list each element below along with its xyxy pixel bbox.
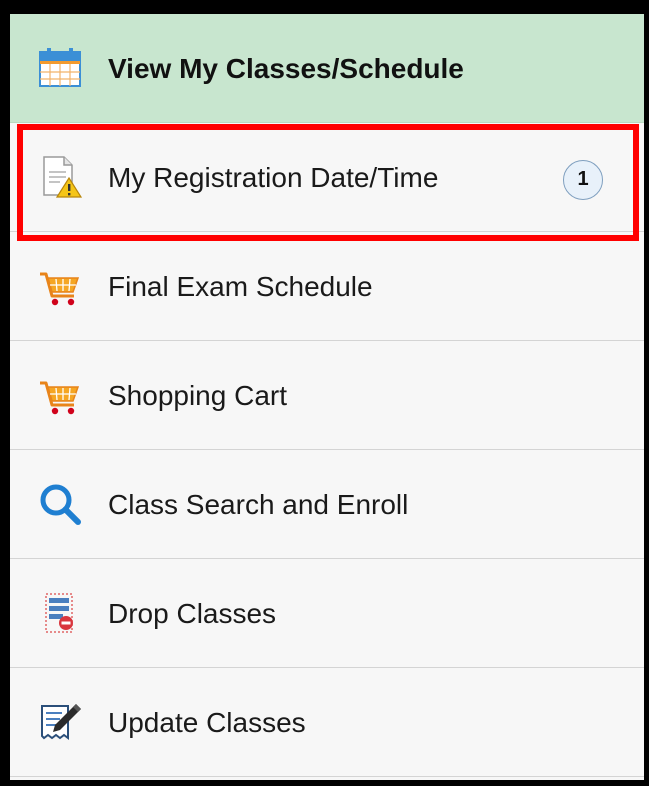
menu-item-label: Class Search and Enroll <box>108 489 409 520</box>
menu-item-label: Update Classes <box>108 707 306 738</box>
shopping-cart-icon <box>38 264 82 308</box>
menu-item-my-registration-date-time[interactable]: My Registration Date/Time 1 <box>10 123 644 232</box>
search-icon <box>38 482 82 526</box>
menu-item-update-classes[interactable]: Update Classes <box>10 668 644 777</box>
notification-count-badge: 1 <box>563 160 603 200</box>
menu-item-class-search-and-enroll[interactable]: Class Search and Enroll <box>10 450 644 559</box>
menu-item-label: View My Classes/Schedule <box>108 53 464 84</box>
drop-list-icon <box>38 591 82 635</box>
menu-panel: View My Classes/Schedule My Registration… <box>10 14 644 780</box>
menu-item-drop-classes[interactable]: Drop Classes <box>10 559 644 668</box>
menu-item-label: Drop Classes <box>108 598 277 629</box>
menu-item-label: Final Exam Schedule <box>108 271 373 302</box>
calendar-icon <box>38 46 82 90</box>
document-warning-icon <box>38 155 82 199</box>
menu-item-final-exam-schedule[interactable]: Final Exam Schedule <box>10 232 644 341</box>
shopping-cart-icon <box>38 373 82 417</box>
menu-item-shopping-cart[interactable]: Shopping Cart <box>10 341 644 450</box>
menu-item-label: Shopping Cart <box>108 380 288 411</box>
menu-item-label: My Registration Date/Time <box>108 162 439 193</box>
edit-document-icon <box>38 700 82 744</box>
menu-item-view-my-classes[interactable]: View My Classes/Schedule <box>10 14 644 123</box>
